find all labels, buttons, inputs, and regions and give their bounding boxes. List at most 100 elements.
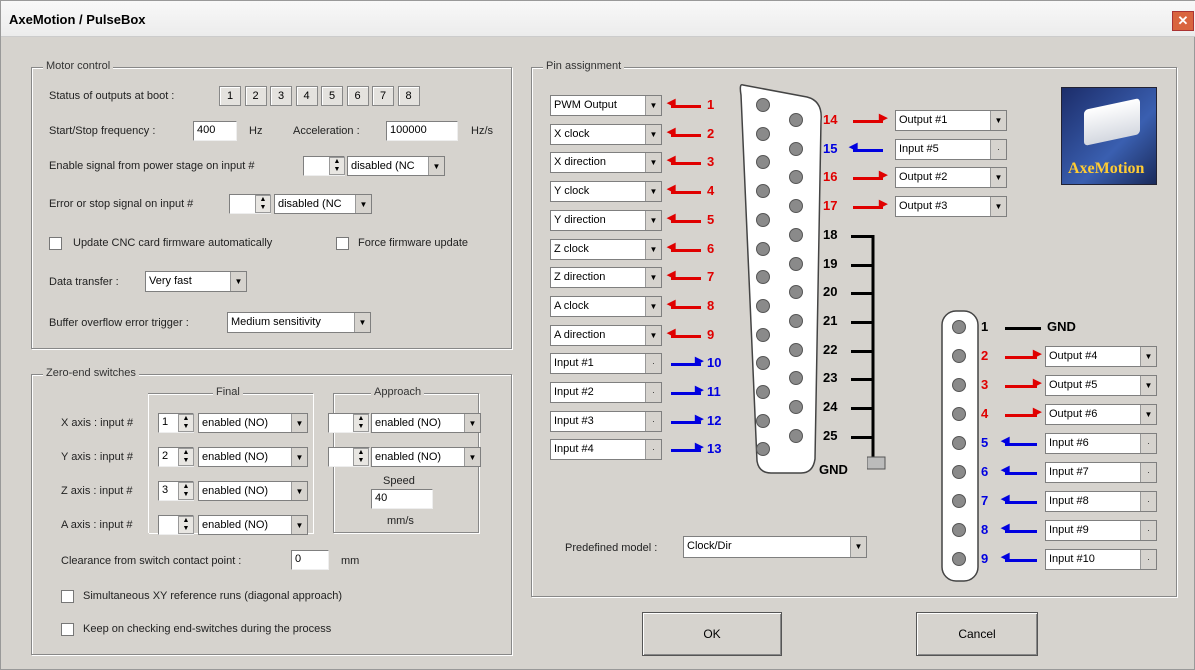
arrow-head-icon: ◀ [1001, 522, 1010, 534]
pin-select[interactable]: Output #1 ▼ [895, 110, 1007, 131]
pin-select[interactable]: PWM Output ▼ [550, 95, 662, 116]
spinner-icon: · [645, 440, 661, 460]
speed-input[interactable]: 40 [371, 489, 433, 509]
arrow-head-icon: ◀ [667, 297, 676, 310]
boot-output-button[interactable]: 1 [219, 86, 241, 106]
pin-select[interactable]: Input #2 · [550, 382, 662, 403]
keep-checking-checkbox[interactable] [61, 623, 74, 636]
arrow-left-icon [671, 277, 701, 281]
enable-spinner[interactable]: ▲ ▼ [329, 157, 345, 175]
boot-output-button[interactable]: 4 [295, 86, 318, 106]
gnd-line [1005, 327, 1041, 330]
pin-hole [789, 428, 803, 443]
force-firmware-checkbox[interactable] [336, 237, 349, 250]
axis-final-select[interactable]: enabled (NO) ▼ [198, 413, 308, 433]
boot-output-button[interactable]: 2 [244, 86, 267, 106]
axis-final-value: enabled (NO) [202, 451, 269, 463]
gnd-line [851, 435, 873, 439]
pin-hole [952, 523, 966, 537]
pin-select[interactable]: Output #5 ▼ [1045, 375, 1157, 396]
arrow-head-icon: ◀ [667, 97, 676, 109]
device-image [1084, 98, 1140, 146]
gnd-line [851, 320, 873, 324]
arrow-head-icon: ◀ [1001, 493, 1010, 505]
pin-select[interactable]: Output #3 ▼ [895, 196, 1007, 218]
pin-number: 10 [707, 355, 722, 371]
predefined-model-value: Clock/Dir [687, 540, 732, 552]
buffer-overflow-select[interactable]: Medium sensitivity ▼ [227, 312, 371, 333]
error-spinner[interactable]: ▲ ▼ [255, 195, 271, 213]
axis-spinner[interactable]: ▲ ▼ [178, 482, 194, 500]
clearance-input[interactable]: 0 [291, 550, 329, 570]
pin-select[interactable]: Input #1 · [550, 353, 662, 375]
close-button[interactable]: ✕ [1172, 11, 1194, 31]
pin-assignment-title: Pin assignment [543, 60, 625, 72]
ok-button[interactable]: OK [642, 612, 782, 656]
pin-select[interactable]: Input #6 · [1045, 433, 1157, 454]
pin-hole [952, 349, 966, 363]
pin-number: 8 [981, 522, 989, 537]
error-signal-select[interactable]: disabled (NC ▼ [274, 194, 372, 214]
pin-number: 15 [823, 140, 838, 156]
arrow-left-icon [671, 133, 701, 137]
pin-hole [952, 436, 966, 450]
pin-hole [756, 212, 770, 227]
pin-select[interactable]: Input #3 · [550, 410, 662, 432]
axis-final-value: enabled (NO) [202, 417, 269, 429]
boot-output-button[interactable]: 3 [270, 86, 292, 106]
chevron-down-icon: ▼ [990, 111, 1006, 130]
axis-approach-select[interactable]: enabled (NO) ▼ [371, 413, 481, 433]
simultaneous-xy-checkbox[interactable] [61, 590, 74, 603]
boot-output-button[interactable]: 7 [372, 86, 394, 106]
pin-select[interactable]: A direction ▼ [550, 324, 662, 346]
predefined-model-select[interactable]: Clock/Dir ▼ [683, 536, 867, 558]
axis-final-select[interactable]: enabled (NO) ▼ [198, 447, 308, 467]
logo-text: AxeMotion [1068, 160, 1145, 177]
pin-number: 9 [981, 551, 989, 566]
pin-select[interactable]: Input #10 · [1045, 549, 1157, 570]
pin-select[interactable]: Output #4 ▼ [1045, 346, 1157, 367]
boot-output-button[interactable]: 5 [321, 86, 343, 106]
boot-output-button[interactable]: 6 [346, 86, 369, 106]
axis-spinner[interactable]: ▲ ▼ [178, 414, 194, 432]
axis-approach-select[interactable]: enabled (NO) ▼ [371, 447, 481, 467]
pin-select[interactable]: A clock ▼ [550, 295, 662, 317]
axis-approach-spinner[interactable]: ▲ ▼ [353, 448, 369, 466]
acceleration-label: Acceleration : [293, 125, 360, 137]
boot-output-button[interactable]: 8 [397, 86, 420, 106]
arrow-left-icon [1005, 559, 1037, 562]
axis-spinner[interactable]: ▲ ▼ [178, 448, 194, 466]
pin-select[interactable]: X clock ▼ [550, 123, 662, 145]
arrow-head-icon: ▶ [879, 112, 888, 124]
pin-select[interactable]: Output #2 ▼ [895, 167, 1007, 189]
axis-label: Y axis : input # [61, 451, 133, 463]
pin-select[interactable]: Input #4 · [550, 439, 662, 461]
chevron-down-icon: ▼ [645, 182, 661, 202]
pin-select[interactable]: Input #9 · [1045, 520, 1157, 541]
pin-select[interactable]: X direction ▼ [550, 152, 662, 174]
pin-number: 6 [981, 464, 989, 479]
pin-select[interactable]: Input #7 · [1045, 462, 1157, 483]
pin-select[interactable]: Input #5 · [895, 138, 1007, 160]
axis-final-select[interactable]: enabled (NO) ▼ [198, 481, 308, 501]
cancel-button[interactable]: Cancel [916, 612, 1038, 656]
pin-select[interactable]: Z direction ▼ [550, 267, 662, 289]
buffer-overflow-value: Medium sensitivity [231, 316, 321, 328]
axis-final-select[interactable]: enabled (NO) ▼ [198, 515, 308, 535]
chevron-down-icon: ▼ [645, 268, 661, 288]
update-firmware-checkbox[interactable] [49, 237, 62, 250]
clearance-label: Clearance from switch contact point : [61, 555, 242, 567]
pin-select[interactable]: Y direction ▼ [550, 209, 662, 231]
gnd-pin-number: 20 [823, 284, 838, 300]
data-transfer-select[interactable]: Very fast ▼ [145, 271, 247, 292]
pin-select[interactable]: Input #8 · [1045, 491, 1157, 512]
pin-select[interactable]: Output #6 ▼ [1045, 404, 1157, 425]
pin-select[interactable]: Y clock ▼ [550, 181, 662, 203]
pin-select[interactable]: Z clock ▼ [550, 238, 662, 260]
acceleration-input[interactable]: 100000 [386, 121, 458, 141]
startstop-input[interactable]: 400 [193, 121, 237, 141]
motor-control-title: Motor control [43, 60, 114, 72]
axis-approach-spinner[interactable]: ▲ ▼ [353, 414, 369, 432]
enable-signal-select[interactable]: disabled (NC ▼ [347, 156, 445, 176]
axis-spinner[interactable]: ▲ ▼ [178, 516, 194, 534]
